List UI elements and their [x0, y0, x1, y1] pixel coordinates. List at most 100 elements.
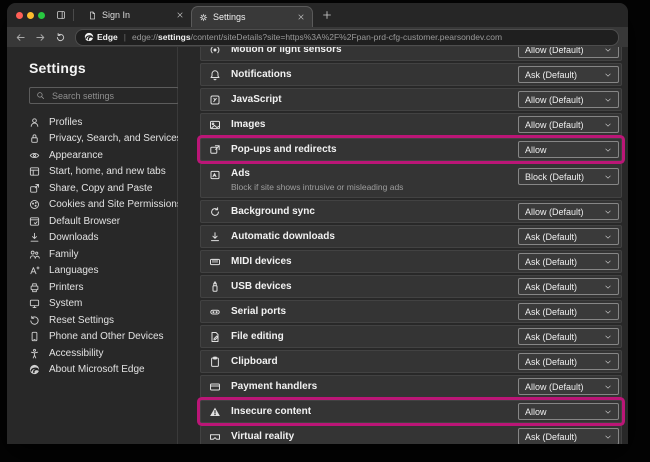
- settings-search-box[interactable]: [29, 87, 179, 104]
- file-edit-icon: [209, 331, 221, 343]
- sidebar-item-cookies-and-site-permissions[interactable]: Cookies and Site Permissions: [29, 197, 177, 214]
- eye-icon: [29, 150, 40, 161]
- sidebar-item-reset-settings[interactable]: Reset Settings: [29, 312, 177, 329]
- permission-dropdown[interactable]: Ask (Default): [518, 428, 619, 444]
- permission-row-background-sync: Background sync Allow (Default): [200, 200, 622, 223]
- permission-dropdown[interactable]: Ask (Default): [518, 303, 619, 320]
- dropdown-value: Allow: [525, 145, 547, 155]
- zoom-window-button[interactable]: [38, 12, 45, 19]
- dropdown-value: Block (Default): [525, 172, 584, 182]
- close-tab-icon[interactable]: [297, 13, 305, 21]
- back-icon[interactable]: [15, 32, 26, 43]
- permission-dropdown[interactable]: Allow: [518, 403, 619, 420]
- permission-dropdown[interactable]: Allow (Default): [518, 378, 619, 395]
- dropdown-value: Allow (Default): [525, 382, 584, 392]
- warning-icon: [209, 406, 221, 418]
- sidebar-item-accessibility[interactable]: Accessibility: [29, 345, 177, 362]
- reload-icon[interactable]: [55, 32, 66, 43]
- permission-dropdown[interactable]: Ask (Default): [518, 66, 619, 83]
- dropdown-value: Ask (Default): [525, 307, 577, 317]
- permission-dropdown[interactable]: Ask (Default): [518, 228, 619, 245]
- permission-dropdown[interactable]: Allow: [518, 141, 619, 158]
- chevron-icon: [604, 383, 612, 391]
- dropdown-value: Ask (Default): [525, 282, 577, 292]
- dropdown-value: Allow (Default): [525, 120, 584, 130]
- bell-icon: [209, 69, 221, 81]
- dropdown-value: Ask (Default): [525, 70, 577, 80]
- chevron-icon: [604, 308, 612, 316]
- sidebar-item-label: Profiles: [49, 117, 82, 128]
- chevron-icon: [604, 71, 612, 79]
- sidebar-item-default-browser[interactable]: Default Browser: [29, 213, 177, 230]
- permission-dropdown[interactable]: Allow (Default): [518, 91, 619, 108]
- chevron-icon: [604, 47, 612, 54]
- vr-icon: [209, 431, 221, 443]
- midi-icon: [209, 256, 221, 268]
- permission-row-clipboard: Clipboard Ask (Default): [200, 350, 622, 373]
- dropdown-value: Ask (Default): [525, 357, 577, 367]
- serial-icon: [209, 306, 221, 318]
- search-input[interactable]: [50, 90, 172, 102]
- sidebar-item-label: System: [49, 298, 82, 309]
- chevron-icon: [604, 208, 612, 216]
- sidebar-item-languages[interactable]: Languages: [29, 263, 177, 280]
- permission-row-automatic-downloads: Automatic downloads Ask (Default): [200, 225, 622, 248]
- permission-dropdown[interactable]: Ask (Default): [518, 353, 619, 370]
- permission-label: File editing: [231, 331, 284, 342]
- sidebar-item-phone-and-other-devices[interactable]: Phone and Other Devices: [29, 329, 177, 346]
- sidebar-item-downloads[interactable]: Downloads: [29, 230, 177, 247]
- address-bar[interactable]: Edge | edge://settings/content/siteDetai…: [75, 29, 619, 46]
- phone-icon: [29, 331, 40, 342]
- site-permissions-panel: Motion or light sensors Allow (Default) …: [178, 47, 628, 444]
- popup-icon: [209, 144, 221, 156]
- tab-workspaces-icon[interactable]: [56, 10, 66, 20]
- tab-sign-in[interactable]: Sign In: [81, 3, 191, 27]
- sidebar-nav: Profiles Privacy, Search, and Services A…: [29, 114, 177, 378]
- page-title: Settings: [29, 60, 177, 76]
- sidebar-item-appearance[interactable]: Appearance: [29, 147, 177, 164]
- chevron-icon: [604, 258, 612, 266]
- url-path: /content/siteDetails?site=https%3A%2F%2F…: [191, 32, 502, 42]
- edge-chip-label: Edge: [97, 32, 118, 42]
- sync-icon: [209, 206, 221, 218]
- sidebar-item-label: Privacy, Search, and Services: [49, 133, 182, 144]
- chevron-icon: [604, 433, 612, 441]
- permission-dropdown[interactable]: Allow (Default): [518, 203, 619, 220]
- tab-settings[interactable]: Settings: [191, 6, 313, 27]
- sidebar-item-about-microsoft-edge[interactable]: About Microsoft Edge: [29, 362, 177, 379]
- sidebar-item-family[interactable]: Family: [29, 246, 177, 263]
- sidebar-item-profiles[interactable]: Profiles: [29, 114, 177, 131]
- chevron-icon: [604, 96, 612, 104]
- sidebar-item-printers[interactable]: Printers: [29, 279, 177, 296]
- forward-icon[interactable]: [35, 32, 46, 43]
- sidebar-item-label: Family: [49, 249, 78, 260]
- close-tab-icon[interactable]: [176, 11, 184, 19]
- settings-page: Settings Profiles Privacy, Search, and S…: [7, 47, 628, 444]
- chevron-icon: [604, 333, 612, 341]
- sidebar-item-start-home-and-new-tabs[interactable]: Start, home, and new tabs: [29, 164, 177, 181]
- auto-download-icon: [209, 231, 221, 243]
- permission-dropdown[interactable]: Ask (Default): [518, 328, 619, 345]
- edge-chip: Edge: [84, 32, 118, 42]
- permission-dropdown[interactable]: Ask (Default): [518, 278, 619, 295]
- dropdown-value: Ask (Default): [525, 232, 577, 242]
- permission-row-usb-devices: USB devices Ask (Default): [200, 275, 622, 298]
- permission-row-midi-devices: MIDI devices Ask (Default): [200, 250, 622, 273]
- sidebar-item-label: Downloads: [49, 232, 98, 243]
- sidebar-item-system[interactable]: System: [29, 296, 177, 313]
- permission-dropdown[interactable]: Block (Default): [518, 168, 619, 185]
- sidebar-item-label: Reset Settings: [49, 315, 114, 326]
- edge-logo-icon: [84, 32, 94, 42]
- permission-label: Notifications: [231, 69, 292, 80]
- dropdown-value: Allow (Default): [525, 95, 584, 105]
- minimize-window-button[interactable]: [27, 12, 34, 19]
- permission-dropdown[interactable]: Ask (Default): [518, 253, 619, 270]
- sidebar-item-privacy-search-and-services[interactable]: Privacy, Search, and Services: [29, 131, 177, 148]
- chevron-icon: [604, 146, 612, 154]
- tab-label: Sign In: [102, 10, 130, 20]
- close-window-button[interactable]: [16, 12, 23, 19]
- permission-dropdown[interactable]: Allow (Default): [518, 47, 619, 58]
- permission-dropdown[interactable]: Allow (Default): [518, 116, 619, 133]
- sidebar-item-share-copy-and-paste[interactable]: Share, Copy and Paste: [29, 180, 177, 197]
- new-tab-button[interactable]: [322, 10, 332, 20]
